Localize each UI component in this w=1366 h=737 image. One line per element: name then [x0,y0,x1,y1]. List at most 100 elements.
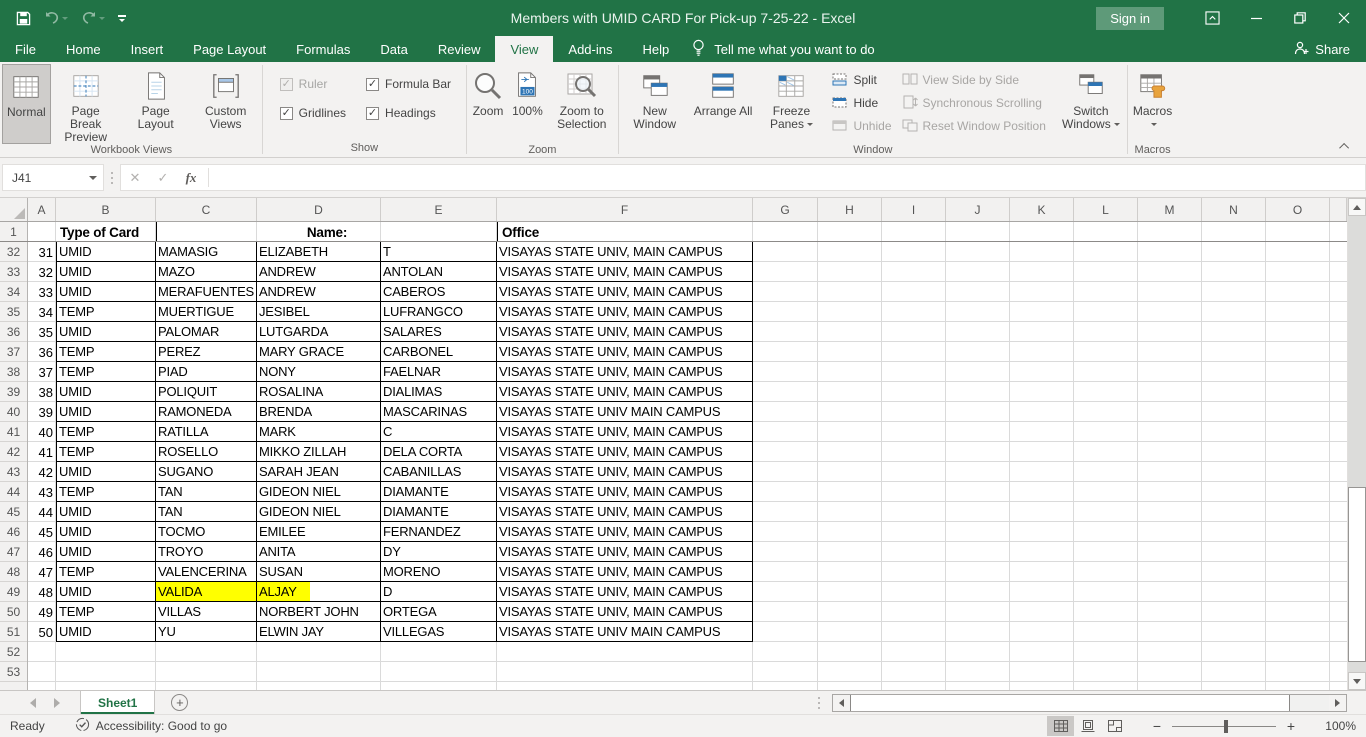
row-header-32[interactable]: 32 [0,242,27,262]
column-header-B[interactable]: B [56,198,156,221]
cell-last-name[interactable]: MUERTIGUE [156,302,257,322]
redo-icon[interactable] [81,11,105,25]
cell-type-of-card[interactable]: TEMP [56,602,156,622]
cell-type-of-card-header[interactable]: Type of Card [56,222,156,242]
row-header-47[interactable]: 47 [0,542,27,562]
scroll-up-button[interactable] [1348,198,1366,216]
sheet-body[interactable]: 1323334353637383940414243444546474849505… [0,222,1347,690]
cell-rownum[interactable]: 35 [28,322,56,342]
scroll-right-button[interactable] [1329,695,1346,711]
cell-type-of-card[interactable]: UMID [56,502,156,522]
cell-rownum[interactable]: 41 [28,442,56,462]
column-header-L[interactable]: L [1074,198,1138,221]
cell-rownum[interactable]: 38 [28,382,56,402]
row-header-48[interactable]: 48 [0,562,27,582]
cell-middle-name[interactable]: CABANILLAS [381,462,497,482]
cell-name-header[interactable]: Name: [156,222,497,242]
cell-first-name[interactable]: GIDEON NIEL [257,482,381,502]
cell-office-header[interactable]: Office [497,222,753,242]
cell-middle-name[interactable]: LUFRANGCO [381,302,497,322]
zoom-out-button[interactable]: − [1146,718,1168,734]
cell-type-of-card[interactable]: UMID [56,542,156,562]
cell-rownum[interactable]: 37 [28,362,56,382]
cell-middle-name[interactable]: DIAMANTE [381,482,497,502]
column-header-F[interactable]: F [497,198,753,221]
close-button[interactable] [1322,0,1366,36]
cell-first-name[interactable]: MARY GRACE [257,342,381,362]
cell-middle-name[interactable]: FAELNAR [381,362,497,382]
cell-office[interactable]: VISAYAS STATE UNIV, MAIN CAMPUS [497,322,753,342]
formula-input[interactable] [212,165,1365,190]
row-header-34[interactable]: 34 [0,282,27,302]
zoom-in-button[interactable]: + [1280,718,1302,734]
share-button[interactable]: Share [1294,36,1366,62]
cell-first-name[interactable]: ALJAY [257,582,381,602]
cell-type-of-card[interactable]: UMID [56,462,156,482]
cell-type-of-card[interactable]: TEMP [56,342,156,362]
cell-first-name[interactable]: MIKKO ZILLAH [257,442,381,462]
tell-me-box[interactable]: Tell me what you want to do [692,36,874,62]
cell-rownum[interactable]: 34 [28,302,56,322]
column-header-J[interactable]: J [946,198,1010,221]
page-layout-shortcut[interactable] [1074,716,1101,736]
cell-middle-name[interactable]: DY [381,542,497,562]
cell-office[interactable]: VISAYAS STATE UNIV, MAIN CAMPUS [497,562,753,582]
column-header-M[interactable]: M [1138,198,1202,221]
column-header-partial[interactable] [1330,198,1347,221]
scroll-left-button[interactable] [833,695,850,711]
cell-office[interactable]: VISAYAS STATE UNIV MAIN CAMPUS [497,622,753,642]
horizontal-scrollbar[interactable] [832,694,1347,712]
row-header-52[interactable]: 52 [0,642,27,662]
cell-office[interactable]: VISAYAS STATE UNIV, MAIN CAMPUS [497,422,753,442]
vertical-scrollbar[interactable] [1347,198,1366,690]
cell-first-name[interactable]: SARAH JEAN [257,462,381,482]
hide-button[interactable]: Hide [832,93,891,113]
cell-office[interactable]: VISAYAS STATE UNIV, MAIN CAMPUS [497,242,753,262]
cell-first-name[interactable]: NONY [257,362,381,382]
cell-middle-name[interactable]: ANTOLAN [381,262,497,282]
tab-review[interactable]: Review [423,36,496,62]
row-header-49[interactable]: 49 [0,582,27,602]
synchronous-scrolling-button[interactable]: Synchronous Scrolling [902,93,1046,113]
horizontal-scrollbar-thumb[interactable] [850,695,1290,711]
undo-icon[interactable] [44,11,68,25]
name-box-dropdown-icon[interactable] [89,176,97,180]
cell-middle-name[interactable]: SALARES [381,322,497,342]
cell-type-of-card[interactable]: UMID [56,262,156,282]
insert-function-icon[interactable]: fx [177,170,205,186]
cell-middle-name[interactable]: T [381,242,497,262]
cell-first-name[interactable]: JESIBEL [257,302,381,322]
cell-last-name[interactable]: TOCMO [156,522,257,542]
tab-insert[interactable]: Insert [116,36,179,62]
row-header-39[interactable]: 39 [0,382,27,402]
row-header-37[interactable]: 37 [0,342,27,362]
cell-middle-name[interactable]: C [381,422,497,442]
formula-bar-checkbox[interactable]: ✓ Formula Bar [366,77,451,91]
cell-first-name[interactable]: ELWIN JAY [257,622,381,642]
tab-add-ins[interactable]: Add-ins [553,36,627,62]
cell-type-of-card[interactable]: TEMP [56,422,156,442]
minimize-button[interactable] [1234,0,1278,36]
cell-office[interactable]: VISAYAS STATE UNIV, MAIN CAMPUS [497,442,753,462]
formula-bar-grip[interactable] [111,172,113,184]
cell-first-name[interactable]: BRENDA [257,402,381,422]
row-header-46[interactable]: 46 [0,522,27,542]
cell-first-name[interactable]: SUSAN [257,562,381,582]
collapse-ribbon-button[interactable] [1338,141,1352,151]
cell-last-name[interactable]: RATILLA [156,422,257,442]
zoom-button[interactable]: Zoom [468,64,508,144]
row-header-33[interactable]: 33 [0,262,27,282]
save-icon[interactable] [16,11,31,26]
cell-last-name[interactable]: VALENCERINA [156,562,257,582]
cell-last-name[interactable]: VILLAS [156,602,257,622]
select-all-button[interactable] [0,198,28,221]
cell-last-name[interactable]: MERAFUENTES [156,282,257,302]
cell-last-name[interactable]: VALIDA [156,582,257,602]
sheet-tab-sheet1[interactable]: Sheet1 [80,691,155,714]
restore-button[interactable] [1278,0,1322,36]
column-header-N[interactable]: N [1202,198,1266,221]
cell-rownum[interactable]: 50 [28,622,56,642]
cell-type-of-card[interactable]: TEMP [56,442,156,462]
cell-office[interactable]: VISAYAS STATE UNIV, MAIN CAMPUS [497,362,753,382]
cell-last-name[interactable]: PEREZ [156,342,257,362]
